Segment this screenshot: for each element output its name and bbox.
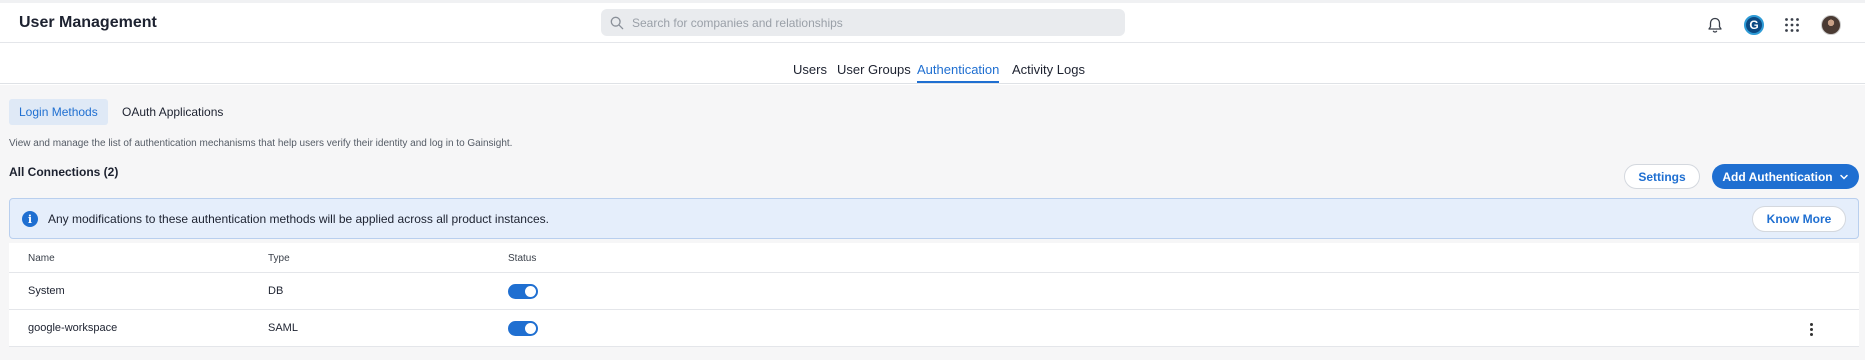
gainsight-logo-icon: G: [1744, 15, 1764, 35]
info-banner: i Any modifications to these authenticat…: [9, 198, 1859, 239]
bell-icon: [1708, 17, 1722, 33]
page-description: View and manage the list of authenticati…: [9, 138, 513, 149]
chevron-down-icon: [1839, 174, 1848, 180]
top-bar: User Management G: [0, 0, 1865, 43]
subtab-oauth-applications[interactable]: OAuth Applications: [112, 99, 233, 125]
column-header-name[interactable]: Name: [28, 253, 55, 264]
search-input[interactable]: [632, 15, 1112, 30]
settings-button[interactable]: Settings: [1624, 164, 1700, 189]
table-row[interactable]: System DB: [9, 273, 1859, 310]
user-avatar-button[interactable]: [1820, 14, 1842, 36]
status-toggle[interactable]: [508, 284, 538, 299]
main-tabs: Users User Groups Authentication Activit…: [0, 44, 1865, 84]
subtab-login-methods[interactable]: Login Methods: [9, 99, 108, 125]
row-name: System: [28, 285, 65, 297]
column-header-status[interactable]: Status: [508, 253, 536, 264]
user-avatar: [1821, 15, 1841, 35]
apps-grid-icon: [1785, 18, 1799, 32]
tab-user-groups[interactable]: User Groups: [837, 62, 911, 77]
table-header: Name Type Status: [9, 243, 1859, 273]
know-more-button[interactable]: Know More: [1752, 206, 1846, 232]
add-authentication-label: Add Authentication: [1722, 169, 1833, 184]
row-name: google-workspace: [28, 322, 118, 334]
tab-users[interactable]: Users: [793, 62, 827, 77]
authentication-panel: Login Methods OAuth Applications View an…: [0, 85, 1865, 360]
row-actions-kebab-icon[interactable]: [1803, 320, 1819, 338]
tab-activity-logs[interactable]: Activity Logs: [1012, 62, 1085, 77]
table-row[interactable]: google-workspace SAML: [9, 310, 1859, 347]
connections-title: All Connections (2): [9, 165, 119, 179]
banner-message: Any modifications to these authenticatio…: [48, 212, 549, 226]
page-title: User Management: [19, 14, 157, 31]
gainsight-logo-button[interactable]: G: [1743, 14, 1765, 36]
column-header-type[interactable]: Type: [268, 253, 290, 264]
row-type: DB: [268, 285, 284, 297]
apps-button[interactable]: [1781, 14, 1803, 36]
global-search[interactable]: [601, 9, 1125, 36]
search-icon: [610, 16, 624, 29]
add-authentication-button[interactable]: Add Authentication: [1712, 164, 1859, 189]
tab-authentication[interactable]: Authentication: [917, 62, 1000, 83]
status-toggle[interactable]: [508, 321, 538, 336]
info-icon: i: [22, 211, 38, 227]
connections-table: Name Type Status System DB google-worksp…: [9, 243, 1859, 347]
row-type: SAML: [268, 322, 298, 334]
notifications-button[interactable]: [1704, 14, 1726, 36]
